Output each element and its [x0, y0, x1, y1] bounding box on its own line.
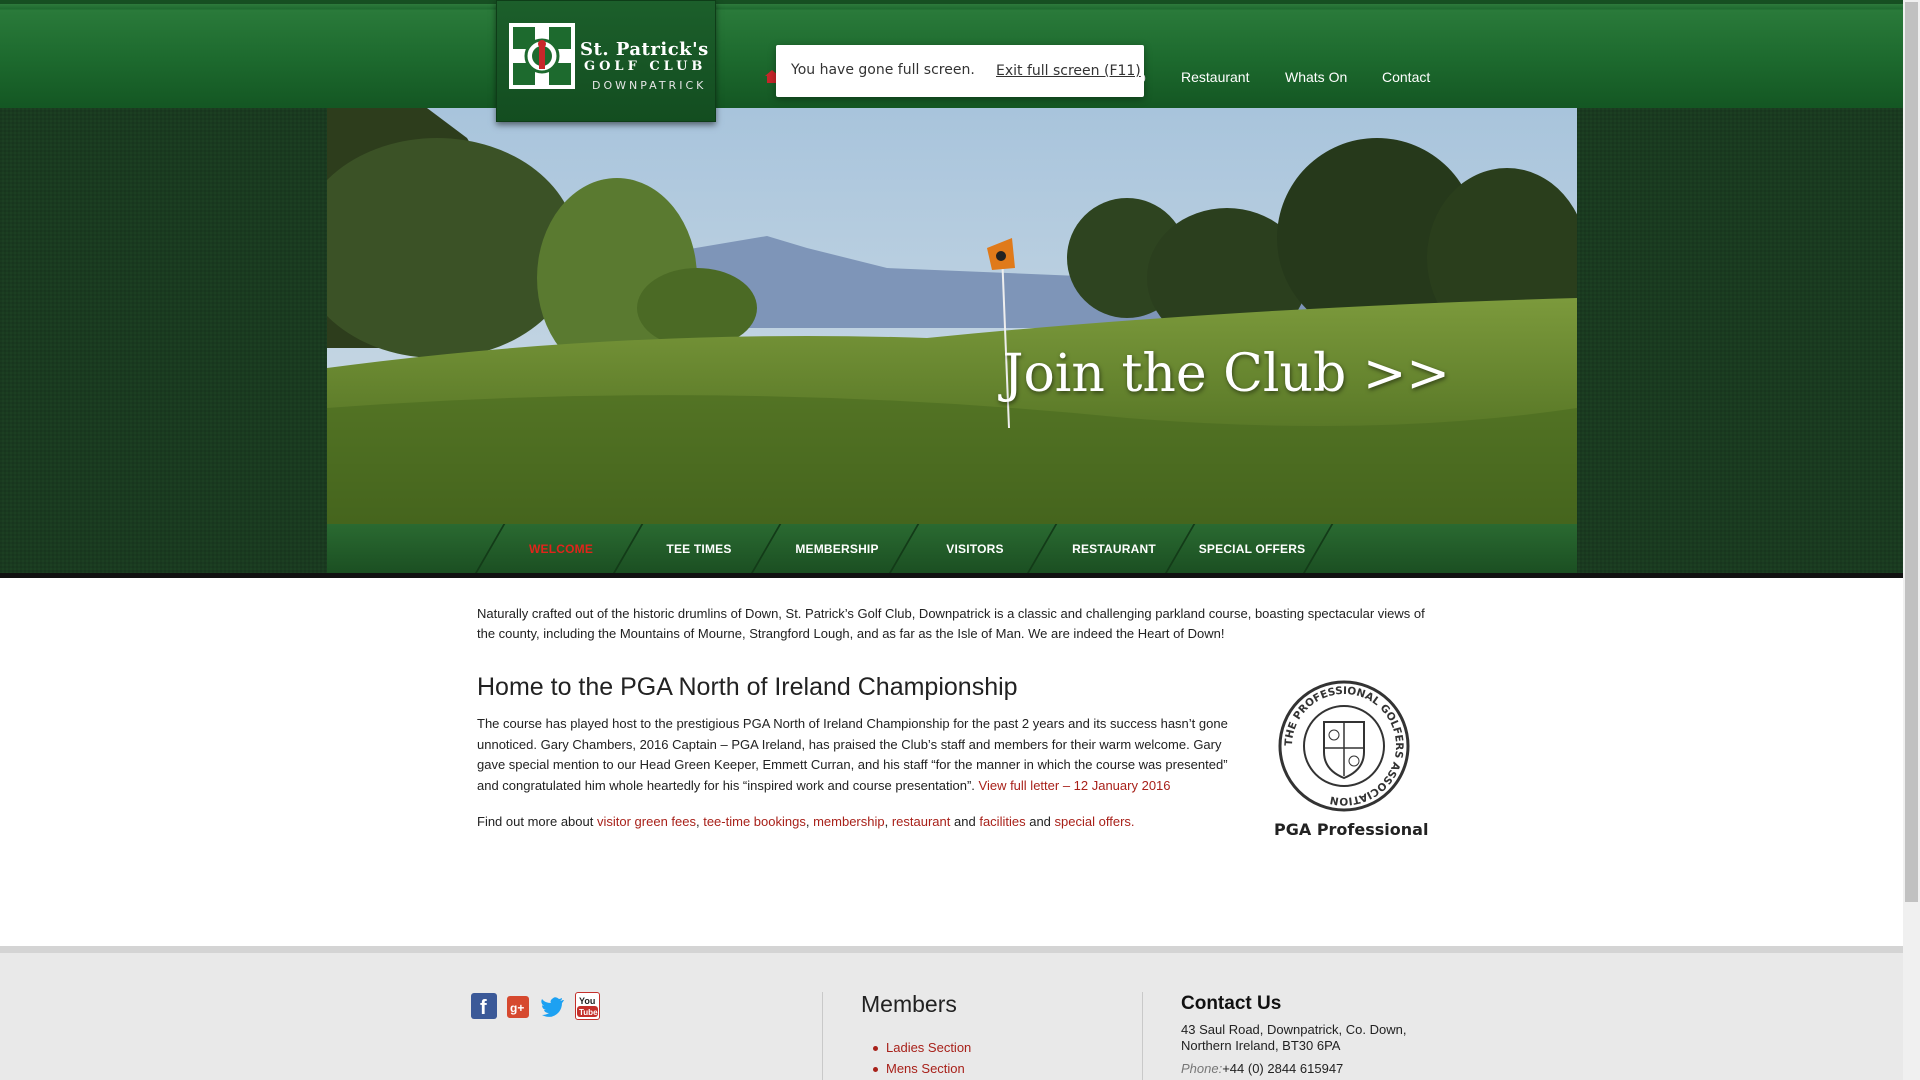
- hero-image: [327, 108, 1577, 524]
- youtube-icon[interactable]: You Tube: [575, 992, 600, 1020]
- facebook-icon[interactable]: f: [471, 993, 497, 1019]
- twitter-icon[interactable]: [541, 996, 565, 1018]
- restaurant-link[interactable]: restaurant: [892, 814, 951, 829]
- view-letter-link[interactable]: View full letter – 12 January 2016: [979, 778, 1171, 793]
- facilities-link[interactable]: facilities: [979, 814, 1025, 829]
- svg-text:f: f: [480, 997, 487, 1019]
- google-plus-icon[interactable]: g+: [507, 996, 529, 1018]
- sentence-end: .: [1130, 814, 1135, 829]
- svg-text:Tube: Tube: [579, 1008, 598, 1017]
- logo-subtitle: GOLF CLUB: [584, 59, 707, 74]
- and-text: and: [954, 814, 976, 829]
- exit-fullscreen-link[interactable]: Exit full screen (F11): [996, 63, 1141, 79]
- address-line-1: 43 Saul Road, Downpatrick, Co. Down,: [1181, 1022, 1407, 1037]
- join-club-cta[interactable]: Join the Club >>: [1003, 344, 1450, 404]
- site-logo[interactable]: St. Patrick's GOLF CLUB DOWNPATRICK: [496, 0, 716, 122]
- logo-name: St. Patrick's: [580, 39, 709, 60]
- nav-item-restaurant[interactable]: Restaurant: [1181, 69, 1249, 85]
- pga-label: PGA Professional: [1274, 820, 1429, 839]
- bullet: [873, 1067, 878, 1072]
- phone-line: Phone:+44 (0) 2844 615947: [1181, 1061, 1343, 1076]
- footer-divider: [1142, 992, 1143, 1080]
- scrollbar-thumb[interactable]: [1905, 2, 1918, 902]
- tee-time-bookings-link[interactable]: tee-time bookings: [703, 814, 806, 829]
- tab-special-offers[interactable]: SPECIAL OFFERS: [1182, 524, 1322, 573]
- divider: [0, 573, 1903, 578]
- footer-divider: [822, 992, 823, 1080]
- nav-item-contact[interactable]: Contact: [1382, 69, 1430, 85]
- pga-badge-icon: THE PROFESSIONAL GOLFERS ASSOCIATION: [1278, 680, 1410, 812]
- members-title: Members: [861, 991, 957, 1017]
- contact-title: Contact Us: [1181, 993, 1282, 1014]
- find-out-more: Find out more about visitor green fees, …: [477, 814, 1135, 829]
- svg-text:g+: g+: [510, 1001, 524, 1015]
- logo-location: DOWNPATRICK: [592, 79, 707, 92]
- championship-body: The course has played host to the presti…: [477, 714, 1242, 796]
- address-line-2: Northern Ireland, BT30 6PA: [1181, 1038, 1341, 1053]
- svg-text:You: You: [579, 996, 595, 1006]
- phone-label: Phone:: [1181, 1061, 1223, 1076]
- mens-section-link[interactable]: Mens Section: [886, 1061, 965, 1076]
- celtic-cross-icon: [509, 23, 575, 89]
- fullscreen-notice: You have gone full screen. Exit full scr…: [776, 45, 1144, 97]
- special-offers-link[interactable]: special offers: [1055, 814, 1131, 829]
- tab-membership[interactable]: MEMBERSHIP: [767, 524, 907, 573]
- find-out-prefix: Find out more about: [477, 814, 594, 829]
- championship-heading: Home to the PGA North of Ireland Champio…: [477, 673, 1018, 701]
- membership-link[interactable]: membership: [813, 814, 885, 829]
- tab-restaurant[interactable]: RESTAURANT: [1044, 524, 1184, 573]
- visitor-green-fees-link[interactable]: visitor green fees: [597, 814, 696, 829]
- tab-visitors[interactable]: VISITORS: [905, 524, 1045, 573]
- ladies-section-link[interactable]: Ladies Section: [886, 1040, 971, 1055]
- nav-item-whats-on[interactable]: Whats On: [1285, 69, 1347, 85]
- phone-number[interactable]: +44 (0) 2844 615947: [1222, 1061, 1343, 1076]
- tab-welcome[interactable]: WELCOME: [491, 524, 631, 573]
- fullscreen-message: You have gone full screen.: [791, 62, 975, 78]
- bullet: [873, 1046, 878, 1051]
- tab-tee-times[interactable]: TEE TIMES: [629, 524, 769, 573]
- intro-text: Naturally crafted out of the historic dr…: [477, 606, 1425, 641]
- hero-banner[interactable]: Join the Club >>: [327, 108, 1577, 524]
- and-text: and: [1029, 814, 1051, 829]
- section-nav: WELCOME TEE TIMES MEMBERSHIP VISITORS RE…: [327, 524, 1577, 573]
